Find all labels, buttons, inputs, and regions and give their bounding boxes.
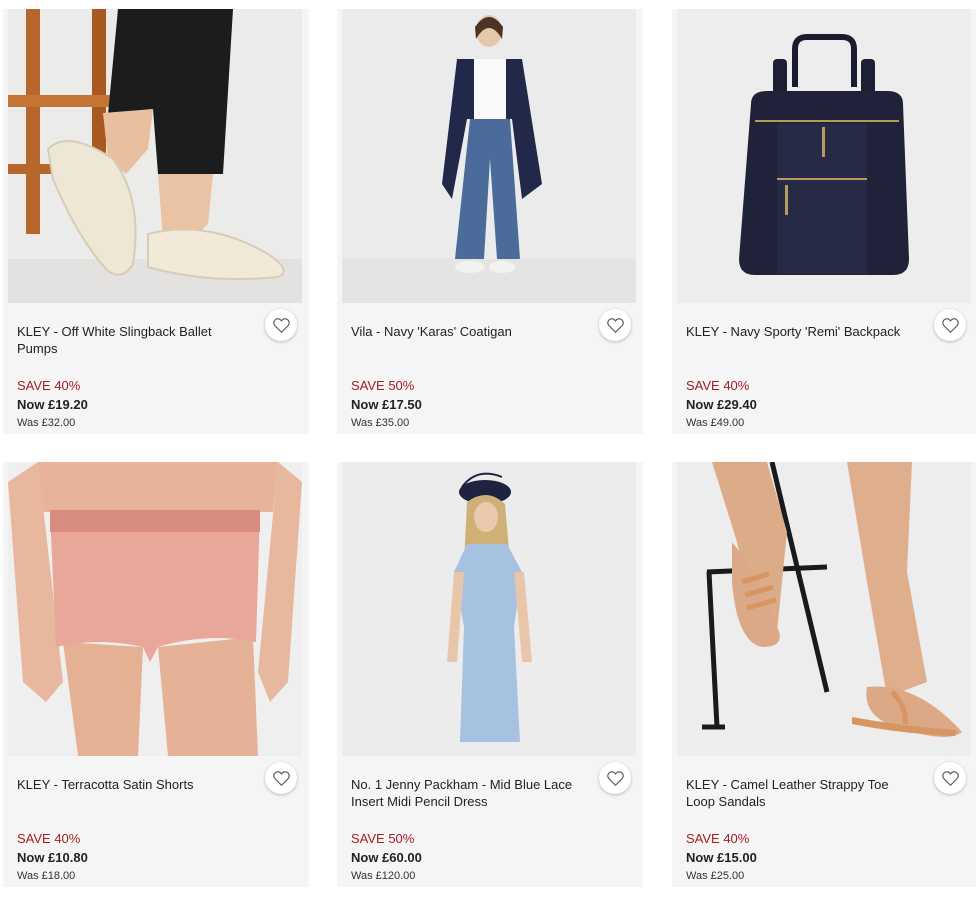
current-price: Now £10.80 xyxy=(17,850,88,865)
original-price: Was £32.00 xyxy=(17,417,76,429)
heart-outline-icon xyxy=(606,317,624,333)
heart-outline-icon xyxy=(606,770,624,786)
current-price: Now £15.00 xyxy=(686,850,757,865)
original-price: Was £25.00 xyxy=(686,870,745,882)
favourite-button[interactable] xyxy=(599,762,631,794)
product-title[interactable]: KLEY - Navy Sporty 'Remi' Backpack xyxy=(686,323,916,357)
original-price: Was £120.00 xyxy=(351,870,416,882)
heart-outline-icon xyxy=(941,317,959,333)
original-price: Was £18.00 xyxy=(17,870,76,882)
product-image-satin-shorts xyxy=(8,462,302,756)
current-price: Now £17.50 xyxy=(351,397,422,412)
favourite-button[interactable] xyxy=(934,762,966,794)
save-percentage: SAVE 40% xyxy=(686,831,750,846)
favourite-button[interactable] xyxy=(934,309,966,341)
product-image[interactable] xyxy=(677,462,971,756)
current-price: Now £19.20 xyxy=(17,397,88,412)
product-info: KLEY - Terracotta Satin Shorts SAVE 40% … xyxy=(17,776,247,886)
original-price: Was £49.00 xyxy=(686,417,745,429)
original-price: Was £35.00 xyxy=(351,417,410,429)
save-percentage: SAVE 50% xyxy=(351,831,415,846)
product-image-toe-loop-sandals xyxy=(677,462,971,756)
product-title[interactable]: Vila - Navy 'Karas' Coatigan xyxy=(351,323,581,357)
product-title[interactable]: No. 1 Jenny Packham - Mid Blue Lace Inse… xyxy=(351,776,581,810)
product-image[interactable] xyxy=(342,9,636,303)
product-card[interactable]: No. 1 Jenny Packham - Mid Blue Lace Inse… xyxy=(337,462,643,887)
product-image[interactable] xyxy=(677,9,971,303)
product-title[interactable]: KLEY - Camel Leather Strappy Toe Loop Sa… xyxy=(686,776,916,810)
product-info: KLEY - Camel Leather Strappy Toe Loop Sa… xyxy=(686,776,916,886)
product-image-coatigan xyxy=(342,9,636,303)
favourite-button[interactable] xyxy=(265,762,297,794)
favourite-button[interactable] xyxy=(599,309,631,341)
save-percentage: SAVE 40% xyxy=(17,831,81,846)
product-grid: KLEY - Off White Slingback Ballet Pumps … xyxy=(0,0,976,899)
product-image[interactable] xyxy=(8,462,302,756)
product-card[interactable]: KLEY - Navy Sporty 'Remi' Backpack SAVE … xyxy=(672,9,976,434)
favourite-button[interactable] xyxy=(265,309,297,341)
product-image-pencil-dress xyxy=(342,462,636,756)
product-info: KLEY - Off White Slingback Ballet Pumps … xyxy=(17,323,247,433)
product-card[interactable]: KLEY - Terracotta Satin Shorts SAVE 40% … xyxy=(3,462,309,887)
product-image-slingback-pumps xyxy=(8,9,302,303)
save-percentage: SAVE 50% xyxy=(351,378,415,393)
save-percentage: SAVE 40% xyxy=(17,378,81,393)
product-title[interactable]: KLEY - Off White Slingback Ballet Pumps xyxy=(17,323,247,357)
save-percentage: SAVE 40% xyxy=(686,378,750,393)
product-card[interactable]: KLEY - Camel Leather Strappy Toe Loop Sa… xyxy=(672,462,976,887)
product-title[interactable]: KLEY - Terracotta Satin Shorts xyxy=(17,776,247,810)
heart-outline-icon xyxy=(272,317,290,333)
current-price: Now £29.40 xyxy=(686,397,757,412)
current-price: Now £60.00 xyxy=(351,850,422,865)
product-info: KLEY - Navy Sporty 'Remi' Backpack SAVE … xyxy=(686,323,916,433)
product-info: No. 1 Jenny Packham - Mid Blue Lace Inse… xyxy=(351,776,581,886)
product-card[interactable]: Vila - Navy 'Karas' Coatigan SAVE 50% No… xyxy=(337,9,643,434)
heart-outline-icon xyxy=(941,770,959,786)
heart-outline-icon xyxy=(272,770,290,786)
product-image[interactable] xyxy=(342,462,636,756)
product-card[interactable]: KLEY - Off White Slingback Ballet Pumps … xyxy=(3,9,309,434)
product-info: Vila - Navy 'Karas' Coatigan SAVE 50% No… xyxy=(351,323,581,433)
product-image[interactable] xyxy=(8,9,302,303)
product-image-backpack xyxy=(677,9,971,303)
